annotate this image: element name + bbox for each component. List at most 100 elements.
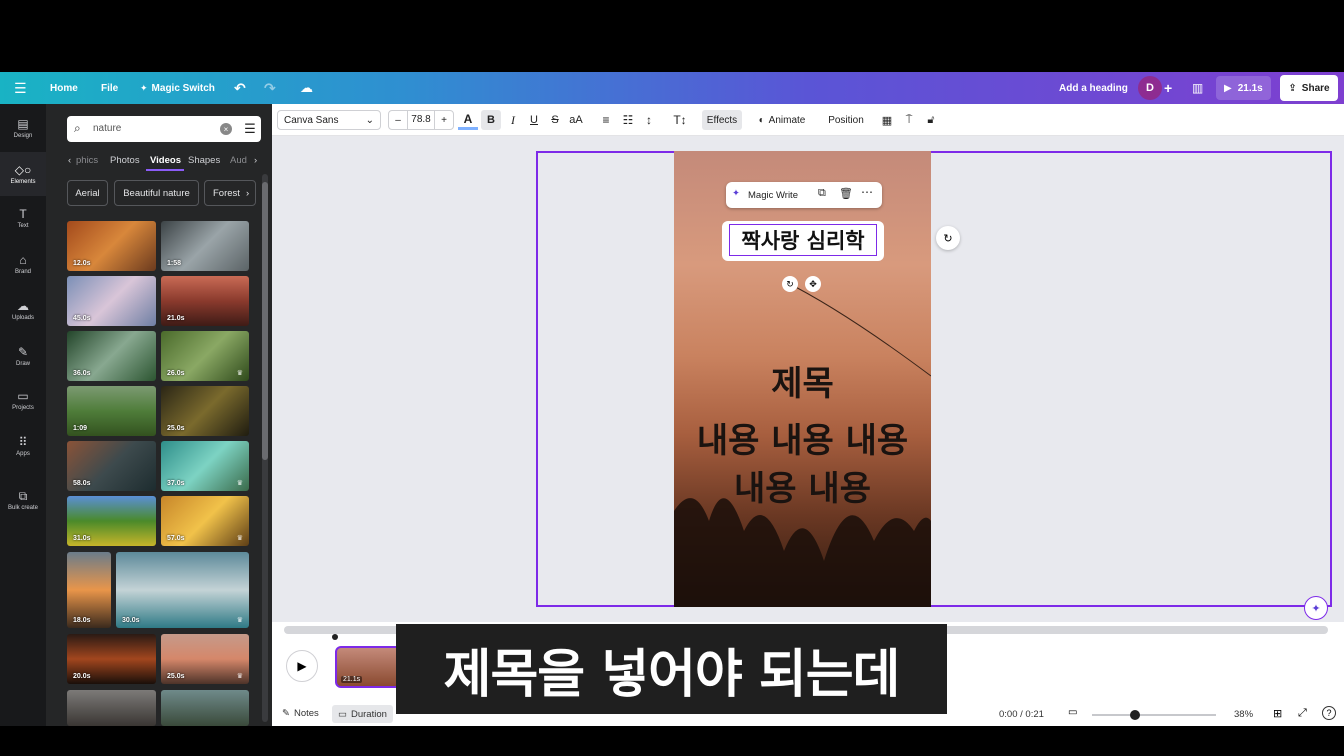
rail-design[interactable]: ▤ Design xyxy=(0,106,46,150)
body-text-line1[interactable]: 내용 내용 내용 xyxy=(674,413,931,462)
playhead-marker[interactable] xyxy=(332,634,338,640)
add-heading-title[interactable]: Add a heading xyxy=(1059,72,1128,104)
video-thumb[interactable]: 31.0s xyxy=(67,496,156,546)
video-thumb[interactable]: 25.0s ♛ xyxy=(161,634,249,684)
tab-photos[interactable]: Photos xyxy=(110,155,140,166)
text-color-button[interactable]: A xyxy=(458,110,478,130)
help-icon[interactable]: ? xyxy=(1322,706,1336,720)
timeline-play-button[interactable]: ▶ xyxy=(286,650,318,682)
duration-button[interactable]: ▭ Duration xyxy=(332,705,393,723)
video-thumb[interactable]: 1:58 xyxy=(161,221,249,271)
zoom-slider-thumb[interactable] xyxy=(1130,710,1140,720)
rail-draw[interactable]: ✎ Draw xyxy=(0,334,46,378)
video-thumb[interactable]: 45.0s xyxy=(67,276,156,326)
insights-icon[interactable]: ▥ xyxy=(1192,72,1203,104)
avatar[interactable]: D xyxy=(1138,76,1162,100)
timeline-clip[interactable]: 21.1s xyxy=(335,646,405,688)
clear-search-icon[interactable]: × xyxy=(220,123,232,135)
rail-text[interactable]: T Text xyxy=(0,196,46,240)
redo-icon[interactable]: ↷ xyxy=(264,72,276,104)
more-options-icon[interactable]: ⋯ xyxy=(861,185,873,199)
home-button[interactable]: Home xyxy=(50,72,78,104)
chip-aerial[interactable]: Aerial xyxy=(67,180,108,206)
paint-roller-icon[interactable]: ⍑ xyxy=(900,110,918,130)
chip-beautiful-nature[interactable]: Beautiful nature xyxy=(114,180,199,206)
heading-text-box[interactable]: 짝사랑 심리학 xyxy=(729,224,877,256)
font-family-dropdown[interactable]: Canva Sans ⌄ xyxy=(277,110,381,130)
video-thumb[interactable]: 21.0s xyxy=(161,276,249,326)
rail-brand[interactable]: ⌂ Brand xyxy=(0,242,46,286)
tabs-next-icon[interactable]: › xyxy=(254,155,257,166)
video-thumb[interactable]: 30.0s ♛ xyxy=(116,552,249,628)
grid-view-icon[interactable]: ⊞ xyxy=(1273,707,1282,720)
duplicate-icon[interactable]: ⧉ xyxy=(818,187,826,200)
rail-apps[interactable]: ⠿ Apps xyxy=(0,424,46,468)
rail-bulk-create[interactable]: ⧉ Bulk create xyxy=(0,478,46,522)
undo-icon[interactable]: ↶ xyxy=(234,72,246,104)
bold-button[interactable]: B xyxy=(481,110,501,130)
lock-icon[interactable]: 🔓︎ xyxy=(922,110,940,130)
animate-button[interactable]: ◐ Animate xyxy=(752,110,812,130)
panel-scrollbar[interactable] xyxy=(262,174,268,722)
transparency-icon[interactable]: ▦ xyxy=(878,110,896,130)
search-input[interactable]: nature xyxy=(93,123,121,134)
hamburger-icon[interactable]: ☰ xyxy=(14,72,32,104)
file-button[interactable]: File xyxy=(101,72,118,104)
video-thumb[interactable]: 58.0s xyxy=(67,441,156,491)
effects-button[interactable]: Effects xyxy=(702,110,742,130)
magic-write-button[interactable]: Magic Write xyxy=(748,190,798,201)
design-page[interactable]: 제목 내용 내용 내용 내용 내용 짝사랑 심리학 ↻ ✥ ✦ Magic Wr… xyxy=(674,151,931,607)
video-thumb[interactable]: 36.0s xyxy=(67,331,156,381)
video-thumb[interactable] xyxy=(161,690,249,726)
tab-videos[interactable]: Videos xyxy=(150,155,181,166)
decrease-size-button[interactable]: – xyxy=(389,115,407,126)
fullscreen-icon[interactable]: ⤢ xyxy=(1298,707,1307,720)
video-thumb[interactable]: 57.0s ♛ xyxy=(161,496,249,546)
title-text[interactable]: 제목 xyxy=(674,356,931,405)
scrollbar-thumb[interactable] xyxy=(262,182,268,460)
delete-icon[interactable]: 🗑︎ xyxy=(839,187,853,200)
body-text-line2[interactable]: 내용 내용 xyxy=(674,461,931,510)
video-thumb[interactable]: 1:09 xyxy=(67,386,156,436)
strikethrough-button[interactable]: S xyxy=(545,110,565,130)
video-thumb[interactable]: 37.0s ♛ xyxy=(161,441,249,491)
tab-shapes[interactable]: Shapes xyxy=(188,155,220,166)
play-button[interactable]: ▶ 21.1s xyxy=(1216,76,1271,100)
rail-projects[interactable]: ▭ Projects xyxy=(0,378,46,422)
video-thumb[interactable]: 18.0s xyxy=(67,552,111,628)
zoom-slider[interactable] xyxy=(1092,714,1216,716)
spacing-icon[interactable]: ↕ xyxy=(639,110,659,130)
font-size-input[interactable]: 78.8 xyxy=(407,111,435,129)
refresh-icon[interactable]: ↻ xyxy=(936,226,960,250)
chips-next-icon[interactable]: › xyxy=(246,188,249,199)
position-button[interactable]: Position xyxy=(824,110,868,130)
video-thumb[interactable]: 12.0s xyxy=(67,221,156,271)
rail-elements[interactable]: ◇○ Elements xyxy=(0,152,46,196)
increase-size-button[interactable]: + xyxy=(435,115,453,126)
chip-forest[interactable]: Forest › xyxy=(204,180,256,206)
notes-button[interactable]: ✎ Notes xyxy=(282,708,319,719)
magic-assistant-icon[interactable]: ✦ xyxy=(1304,596,1328,620)
italic-button[interactable]: I xyxy=(503,110,523,130)
underline-button[interactable]: U xyxy=(524,110,544,130)
magic-switch-button[interactable]: ✦ Magic Switch xyxy=(140,72,215,104)
tab-graphics[interactable]: phics xyxy=(76,155,98,166)
filter-icon[interactable]: ☰ xyxy=(241,121,259,137)
video-thumb[interactable]: 26.0s ♛ xyxy=(161,331,249,381)
list-icon[interactable]: ☷ xyxy=(618,110,638,130)
page-view-icon[interactable]: ▭ xyxy=(1068,707,1077,718)
video-thumb[interactable]: 25.0s xyxy=(161,386,249,436)
zoom-level[interactable]: 38% xyxy=(1234,709,1253,720)
cloud-save-icon[interactable]: ☁ xyxy=(300,72,313,104)
tabs-prev-icon[interactable]: ‹ xyxy=(68,155,71,166)
text-direction-icon[interactable]: T↕ xyxy=(670,110,690,130)
move-handle-icon[interactable]: ✥ xyxy=(805,276,821,292)
align-icon[interactable]: ≡ xyxy=(596,110,616,130)
rail-uploads[interactable]: ☁ Uploads xyxy=(0,288,46,332)
video-thumb[interactable]: 20.0s xyxy=(67,634,156,684)
letter-case-button[interactable]: aA xyxy=(565,110,587,130)
invite-plus-icon[interactable]: + xyxy=(1164,72,1172,104)
tab-audio[interactable]: Aud xyxy=(230,155,247,166)
share-button[interactable]: ⇪ Share xyxy=(1280,75,1338,101)
video-thumb[interactable] xyxy=(67,690,156,726)
